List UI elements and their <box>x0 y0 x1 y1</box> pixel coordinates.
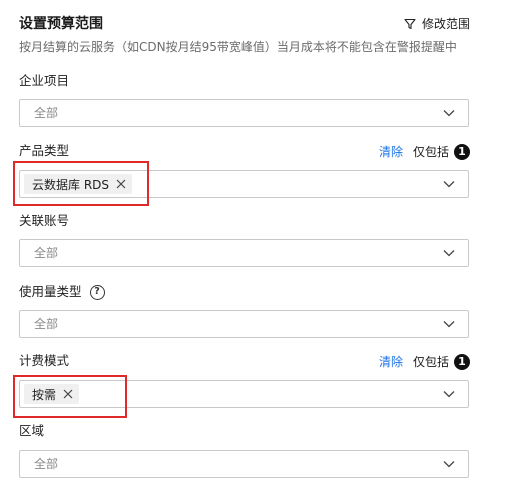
account-label: 关联账号 <box>19 212 69 230</box>
region-label: 区域 <box>19 422 44 440</box>
project-label-text: 企业项目 <box>19 73 70 88</box>
chevron-down-icon <box>443 391 455 398</box>
edit-scope-label: 修改范围 <box>421 17 470 31</box>
product-type-tag: 云数据库 RDS <box>24 174 133 194</box>
product-type-label: 产品类型 <box>19 142 69 160</box>
billing-mode-select[interactable]: 按需 <box>19 380 469 408</box>
product-type-actions: 清除 仅包括 1 <box>379 143 470 160</box>
project-select[interactable]: 全部 <box>19 99 469 127</box>
account-label-text: 关联账号 <box>19 213 70 228</box>
chevron-down-icon <box>443 250 455 257</box>
subtitle-note: 按月结算的云服务（如CDN按月结95带宽峰值）当月成本将不能包含在警报提醒中 <box>19 40 457 54</box>
usage-type-label-text: 使用量类型 <box>19 284 82 299</box>
chevron-down-icon <box>443 110 455 117</box>
region-select-value: 全部 <box>34 457 59 471</box>
billing-mode-tag-label: 按需 <box>32 387 57 402</box>
close-icon[interactable] <box>63 389 73 399</box>
billing-mode-label-text: 计费模式 <box>19 353 70 368</box>
usage-type-select[interactable]: 全部 <box>19 310 469 338</box>
account-select-value: 全部 <box>34 246 59 260</box>
chevron-down-icon <box>443 321 455 328</box>
project-select-value: 全部 <box>34 106 59 120</box>
help-icon[interactable]: ? <box>89 284 105 300</box>
product-type-clear-link[interactable]: 清除 <box>379 143 403 160</box>
section-title: 设置预算范围 <box>19 16 103 32</box>
billing-mode-count-badge: 1 <box>454 353 470 370</box>
product-type-count-badge: 1 <box>454 143 470 160</box>
filter-icon <box>404 18 416 29</box>
project-label: 企业项目 <box>19 72 69 90</box>
billing-mode-label: 计费模式 <box>19 352 69 370</box>
edit-scope-button[interactable]: 修改范围 <box>404 15 470 32</box>
billing-mode-clear-link[interactable]: 清除 <box>379 353 403 370</box>
product-type-include-label: 仅包括 <box>412 145 449 159</box>
chevron-down-icon <box>443 461 455 468</box>
product-type-select[interactable]: 云数据库 RDS <box>19 170 469 198</box>
close-icon[interactable] <box>116 179 126 189</box>
chevron-down-icon <box>443 181 455 188</box>
product-type-tag-label: 云数据库 RDS <box>32 177 110 192</box>
region-select[interactable]: 全部 <box>19 450 469 478</box>
billing-mode-include-label: 仅包括 <box>412 355 449 369</box>
region-label-text: 区域 <box>19 423 45 438</box>
billing-mode-actions: 清除 仅包括 1 <box>379 353 470 370</box>
usage-type-select-value: 全部 <box>34 317 59 331</box>
usage-type-label: 使用量类型 ? <box>19 283 105 301</box>
billing-mode-tag: 按需 <box>24 384 80 404</box>
product-type-label-text: 产品类型 <box>19 143 70 158</box>
account-select[interactable]: 全部 <box>19 239 469 267</box>
